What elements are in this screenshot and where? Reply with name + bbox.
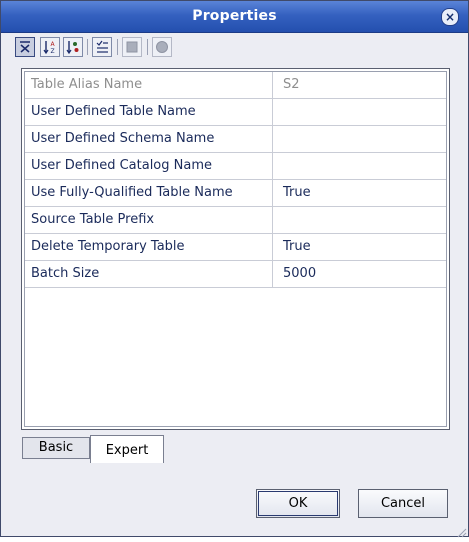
property-row[interactable]: User Defined Schema Name: [25, 126, 446, 153]
property-name: Use Fully-Qualified Table Name: [25, 180, 273, 206]
property-value[interactable]: True: [273, 234, 446, 260]
property-value[interactable]: [273, 126, 446, 152]
property-name: Batch Size: [25, 261, 273, 287]
property-table: Table Alias Name S2 User Defined Table N…: [24, 71, 447, 427]
property-row[interactable]: Table Alias Name S2: [25, 72, 446, 99]
property-row[interactable]: User Defined Catalog Name: [25, 153, 446, 180]
sort-by-type-icon[interactable]: [63, 37, 83, 57]
property-name: User Defined Table Name: [25, 99, 273, 125]
property-row[interactable]: User Defined Table Name: [25, 99, 446, 126]
ok-button[interactable]: OK: [256, 489, 340, 518]
properties-dialog: Properties × A Z Table Alias Name S2 Use…: [0, 0, 469, 538]
property-name: Table Alias Name: [25, 72, 273, 98]
resize-grip-icon[interactable]: [455, 523, 467, 538]
property-value[interactable]: 5000: [273, 261, 446, 287]
categorized-view-icon[interactable]: [15, 37, 35, 57]
property-row[interactable]: Source Table Prefix: [25, 207, 446, 234]
close-icon[interactable]: ×: [441, 8, 459, 26]
property-value: S2: [283, 77, 300, 92]
cancel-button[interactable]: Cancel: [358, 489, 448, 518]
property-sheet: Table Alias Name S2 User Defined Table N…: [21, 68, 450, 430]
property-value[interactable]: True: [273, 180, 446, 206]
property-value[interactable]: [273, 207, 446, 233]
property-name: User Defined Schema Name: [25, 126, 273, 152]
property-row[interactable]: Delete Temporary Table True: [25, 234, 446, 261]
tab-basic[interactable]: Basic: [22, 437, 90, 459]
show-descriptions-icon[interactable]: [92, 37, 112, 57]
property-row[interactable]: Use Fully-Qualified Table Name True: [25, 180, 446, 207]
property-name: Delete Temporary Table: [25, 234, 273, 260]
property-name: User Defined Catalog Name: [25, 153, 273, 179]
property-value[interactable]: [273, 99, 446, 125]
toolbar-separator: [117, 39, 118, 55]
help-icon[interactable]: [152, 37, 172, 57]
svg-text:A: A: [51, 41, 56, 48]
toolbar-separator: [147, 39, 148, 55]
sort-alphabetical-icon[interactable]: A Z: [40, 37, 60, 57]
title-bar[interactable]: Properties ×: [1, 1, 468, 33]
toolbar-separator: [87, 39, 88, 55]
property-editor-icon[interactable]: [122, 37, 142, 57]
svg-text:Z: Z: [51, 48, 55, 55]
property-name: Source Table Prefix: [25, 207, 273, 233]
property-value[interactable]: [273, 153, 446, 179]
toolbar: A Z: [1, 33, 468, 63]
property-row[interactable]: Batch Size 5000: [25, 261, 446, 288]
window-title: Properties: [192, 8, 277, 24]
tab-expert[interactable]: Expert: [90, 435, 164, 463]
